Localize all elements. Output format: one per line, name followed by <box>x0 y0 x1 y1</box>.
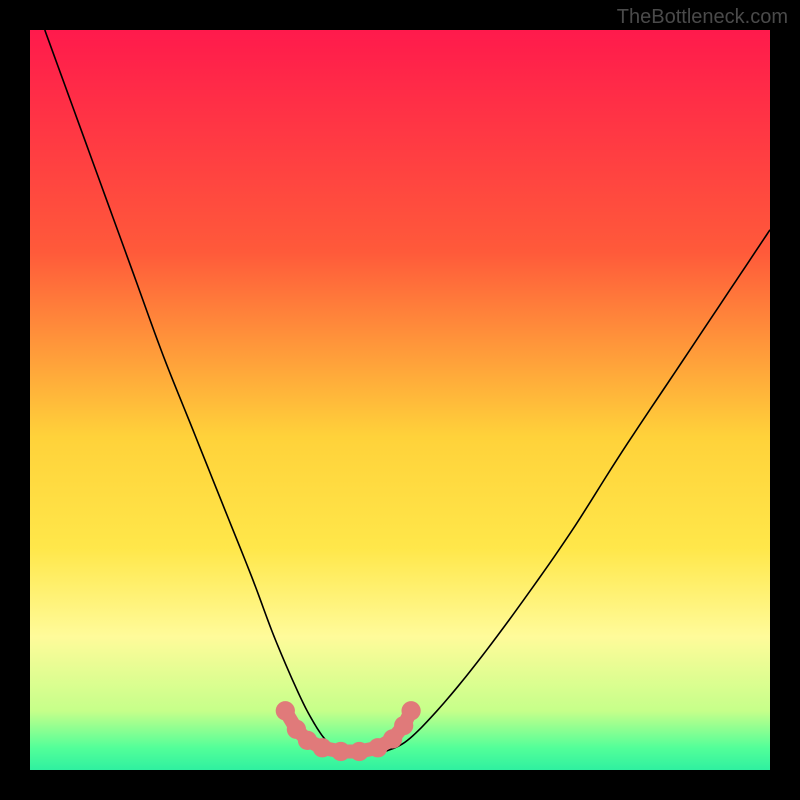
marker-dot <box>350 742 369 761</box>
watermark-text: TheBottleneck.com <box>617 6 788 29</box>
plot-svg <box>30 30 770 770</box>
gradient-background <box>30 30 770 770</box>
plot-area <box>30 30 770 770</box>
marker-dot <box>276 701 295 720</box>
marker-dot <box>401 701 420 720</box>
marker-dot <box>313 738 332 757</box>
chart-container: TheBottleneck.com <box>0 0 800 800</box>
marker-dot <box>331 742 350 761</box>
